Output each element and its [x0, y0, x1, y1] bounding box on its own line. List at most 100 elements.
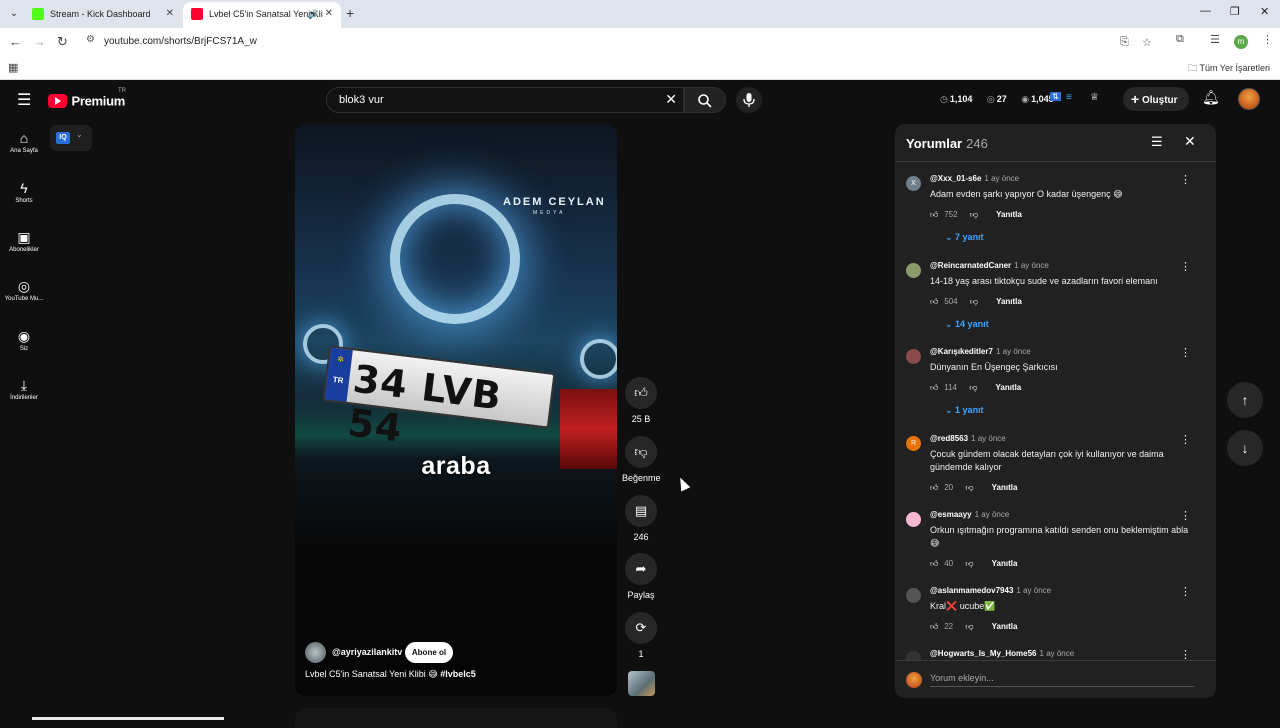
- guide-item-youtube-music[interactable]: ◎ YouTube Mu...: [0, 278, 48, 302]
- tab-kick-dashboard[interactable]: Stream - Kick Dashboard ✕: [24, 2, 182, 28]
- comment-avatar[interactable]: [906, 588, 921, 603]
- bookmark-star-icon[interactable]: ☆: [1142, 36, 1152, 49]
- sound-thumbnail[interactable]: [628, 671, 655, 696]
- remix-button[interactable]: ⟳: [625, 612, 657, 644]
- filter-icon[interactable]: ≡: [1066, 92, 1072, 103]
- clear-search-icon[interactable]: ✕: [665, 91, 677, 108]
- guide-item-subscriptions[interactable]: ▣ Abonelikler: [0, 229, 48, 253]
- comment-author[interactable]: @Hogwarts_Is_My_Home56 1 ay önce: [930, 649, 1074, 658]
- more-options-icon[interactable]: ⋮: [1180, 260, 1191, 273]
- comment-author[interactable]: @red8563 1 ay önce: [930, 434, 1006, 443]
- site-info-icon[interactable]: ⚙: [86, 34, 95, 45]
- next-short-preview[interactable]: [295, 708, 617, 728]
- profile-avatar[interactable]: m: [1234, 35, 1248, 49]
- minimize-icon[interactable]: —: [1200, 5, 1211, 17]
- add-comment-input[interactable]: Yorum ekleyin...: [930, 673, 1194, 687]
- comments-button[interactable]: ▤: [625, 495, 657, 527]
- comment-avatar[interactable]: X: [906, 176, 921, 191]
- close-icon[interactable]: ✕: [1184, 133, 1196, 150]
- guide-item-shorts[interactable]: ϟ Shorts: [0, 180, 48, 204]
- search-input[interactable]: blok3 vur ✕: [326, 87, 684, 113]
- notifications-bell-icon[interactable]: 🔔︎: [1202, 89, 1220, 106]
- thumbs-down-icon[interactable]: 👎︎: [965, 559, 977, 569]
- comment-author[interactable]: @ReincarnatedCaner 1 ay önce: [930, 261, 1049, 270]
- menu-icon[interactable]: ☰: [17, 90, 31, 110]
- more-options-icon[interactable]: ⋮: [1180, 509, 1191, 522]
- comment-author[interactable]: @aslanmamedov7943 1 ay önce: [930, 586, 1051, 595]
- forward-icon[interactable]: →: [33, 34, 46, 49]
- back-icon[interactable]: ←: [9, 34, 22, 49]
- comment-avatar[interactable]: R: [906, 436, 921, 451]
- sort-icon[interactable]: ☰: [1151, 134, 1163, 150]
- more-options-icon[interactable]: ⋮: [1180, 585, 1191, 598]
- account-avatar[interactable]: [1238, 88, 1260, 110]
- channel-name[interactable]: @ayriyazilankitv: [332, 647, 402, 657]
- comment-avatar[interactable]: [906, 512, 921, 527]
- comment-author[interactable]: @esmaayy 1 ay önce: [930, 510, 1009, 519]
- comment-author[interactable]: @Karışıkeditler7 1 ay önce: [930, 347, 1031, 356]
- voice-search-button[interactable]: [736, 87, 762, 113]
- more-options-icon[interactable]: ⋮: [1180, 346, 1191, 359]
- comment-avatar[interactable]: [906, 349, 921, 364]
- comment-avatar[interactable]: [906, 263, 921, 278]
- reading-list-icon[interactable]: ☰: [1210, 33, 1220, 46]
- url-text[interactable]: youtube.com/shorts/BrjFCS71A_w: [104, 36, 257, 47]
- install-app-icon[interactable]: ⎘: [1120, 36, 1129, 49]
- trophy-icon[interactable]: ♕: [1090, 92, 1099, 103]
- thumbs-up-icon[interactable]: 👍︎: [930, 559, 942, 569]
- new-tab-button[interactable]: +: [346, 5, 354, 21]
- channel-avatar[interactable]: [305, 642, 326, 663]
- thumbs-up-icon[interactable]: 👍︎: [930, 383, 942, 393]
- previous-short-button[interactable]: ↑: [1227, 382, 1263, 418]
- search-button[interactable]: [684, 87, 726, 113]
- view-replies-button[interactable]: ⌄ 14 yanıt: [945, 319, 989, 330]
- browser-menu-icon[interactable]: ⋮: [1262, 33, 1273, 46]
- restore-icon[interactable]: ❐: [1230, 5, 1240, 18]
- reply-button[interactable]: Yanıtla: [992, 559, 1018, 568]
- thumbs-down-icon[interactable]: 👎︎: [970, 297, 982, 307]
- youtube-premium-logo[interactable]: Premium TR: [48, 88, 126, 110]
- thumbs-down-icon[interactable]: 👎︎: [970, 210, 982, 220]
- close-tab-icon[interactable]: ✕: [325, 2, 333, 26]
- apps-grid-icon[interactable]: ▦: [8, 61, 18, 74]
- tab-search-icon[interactable]: ⌄: [6, 6, 22, 22]
- shorts-video-player[interactable]: ADEM CEYLAN MEDYA ✲ TR 34 LVB 54 araba @…: [295, 124, 617, 696]
- thumbs-down-icon[interactable]: 👎︎: [969, 383, 981, 393]
- close-tab-icon[interactable]: ✕: [166, 2, 174, 26]
- video-hashtag[interactable]: #lvbelc5: [440, 669, 476, 679]
- view-replies-button[interactable]: ⌄ 7 yanıt: [945, 232, 984, 243]
- thumbs-down-icon[interactable]: 👎︎: [965, 622, 977, 632]
- reload-icon[interactable]: ↻: [57, 34, 68, 50]
- subscribe-button[interactable]: Abone ol: [405, 642, 453, 663]
- guide-item-downloads[interactable]: ⤓ İndirilenler: [0, 377, 48, 401]
- thumbs-up-icon[interactable]: 👍︎: [930, 483, 942, 493]
- thumbs-up-icon[interactable]: 👍︎: [930, 622, 942, 632]
- omnibox[interactable]: ⚙ youtube.com/shorts/BrjFCS71A_w ⎘ ☆: [78, 31, 1163, 53]
- speaker-icon[interactable]: 🔊: [308, 2, 319, 26]
- thumbs-up-icon[interactable]: 👍︎: [930, 210, 942, 220]
- close-window-icon[interactable]: ✕: [1260, 5, 1269, 18]
- reply-button[interactable]: Yanıtla: [992, 483, 1018, 492]
- more-options-icon[interactable]: ⋮: [1180, 173, 1191, 186]
- view-replies-button[interactable]: ⌄ 1 yanıt: [945, 405, 984, 416]
- guide-item-you[interactable]: ◉ Siz: [0, 328, 48, 352]
- guide-item-home[interactable]: ⌂ Ana Sayfa: [0, 130, 48, 154]
- all-bookmarks[interactable]: 🗀 Tüm Yer İşaretleri: [1188, 61, 1270, 77]
- like-button[interactable]: 👍︎: [625, 377, 657, 409]
- reply-button[interactable]: Yanıtla: [992, 622, 1018, 631]
- dislike-button[interactable]: 👎︎: [625, 436, 657, 468]
- comment-author[interactable]: @Xxx_01-s6e 1 ay önce: [930, 174, 1019, 183]
- iq-extension-dropdown[interactable]: IQ ⌄: [50, 125, 92, 151]
- extension-badge-icon[interactable]: ⇅: [1050, 92, 1061, 101]
- extensions-icon[interactable]: ⧉: [1176, 33, 1184, 46]
- search-value[interactable]: blok3 vur: [339, 94, 384, 106]
- tab-youtube-short[interactable]: Lvbel C5'in Sanatsal Yeni Kli 🔊 ✕: [183, 2, 341, 28]
- next-short-button[interactable]: ↓: [1227, 430, 1263, 466]
- more-options-icon[interactable]: ⋮: [1180, 433, 1191, 446]
- reply-button[interactable]: Yanıtla: [995, 383, 1021, 392]
- thumbs-down-icon[interactable]: 👎︎: [965, 483, 977, 493]
- reply-button[interactable]: Yanıtla: [996, 210, 1022, 219]
- share-button[interactable]: ➦: [625, 553, 657, 585]
- reply-button[interactable]: Yanıtla: [996, 297, 1022, 306]
- thumbs-up-icon[interactable]: 👍︎: [930, 297, 942, 307]
